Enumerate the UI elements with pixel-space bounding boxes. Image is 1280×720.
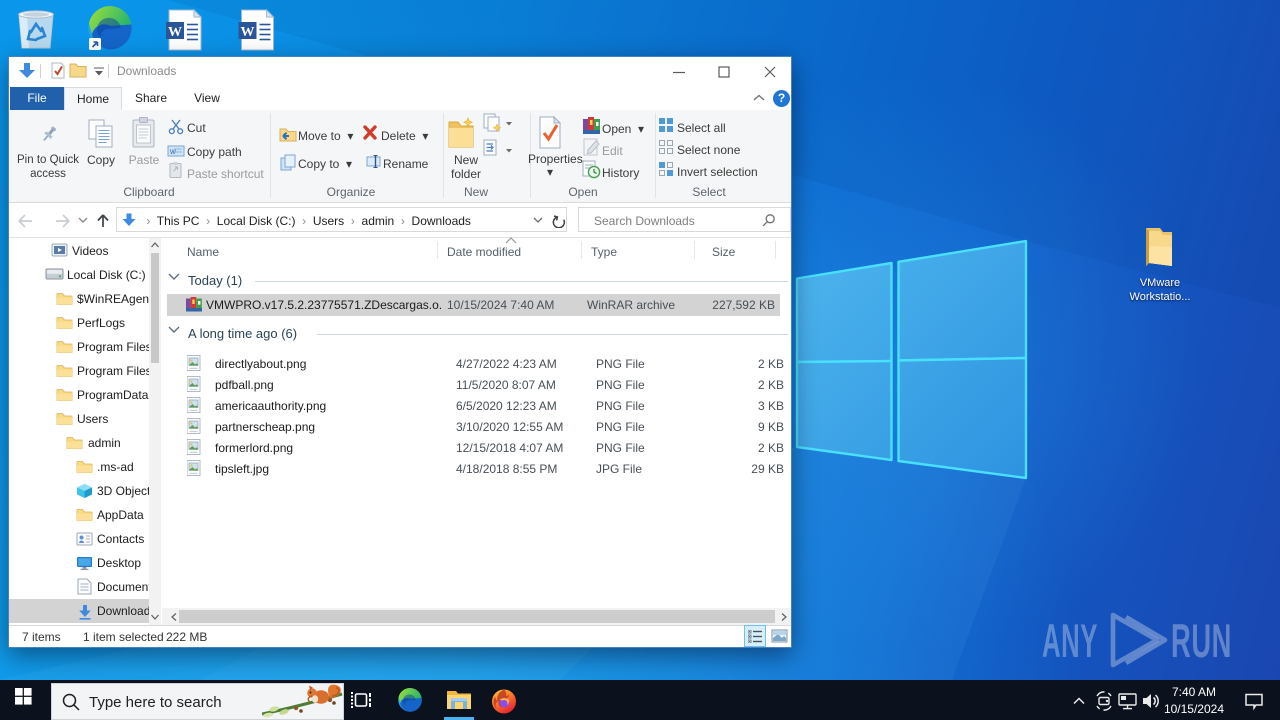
- svg-text:ANY: ANY: [1042, 614, 1098, 667]
- svg-text:RUN: RUN: [1171, 614, 1232, 667]
- svg-text:W: W: [168, 25, 182, 40]
